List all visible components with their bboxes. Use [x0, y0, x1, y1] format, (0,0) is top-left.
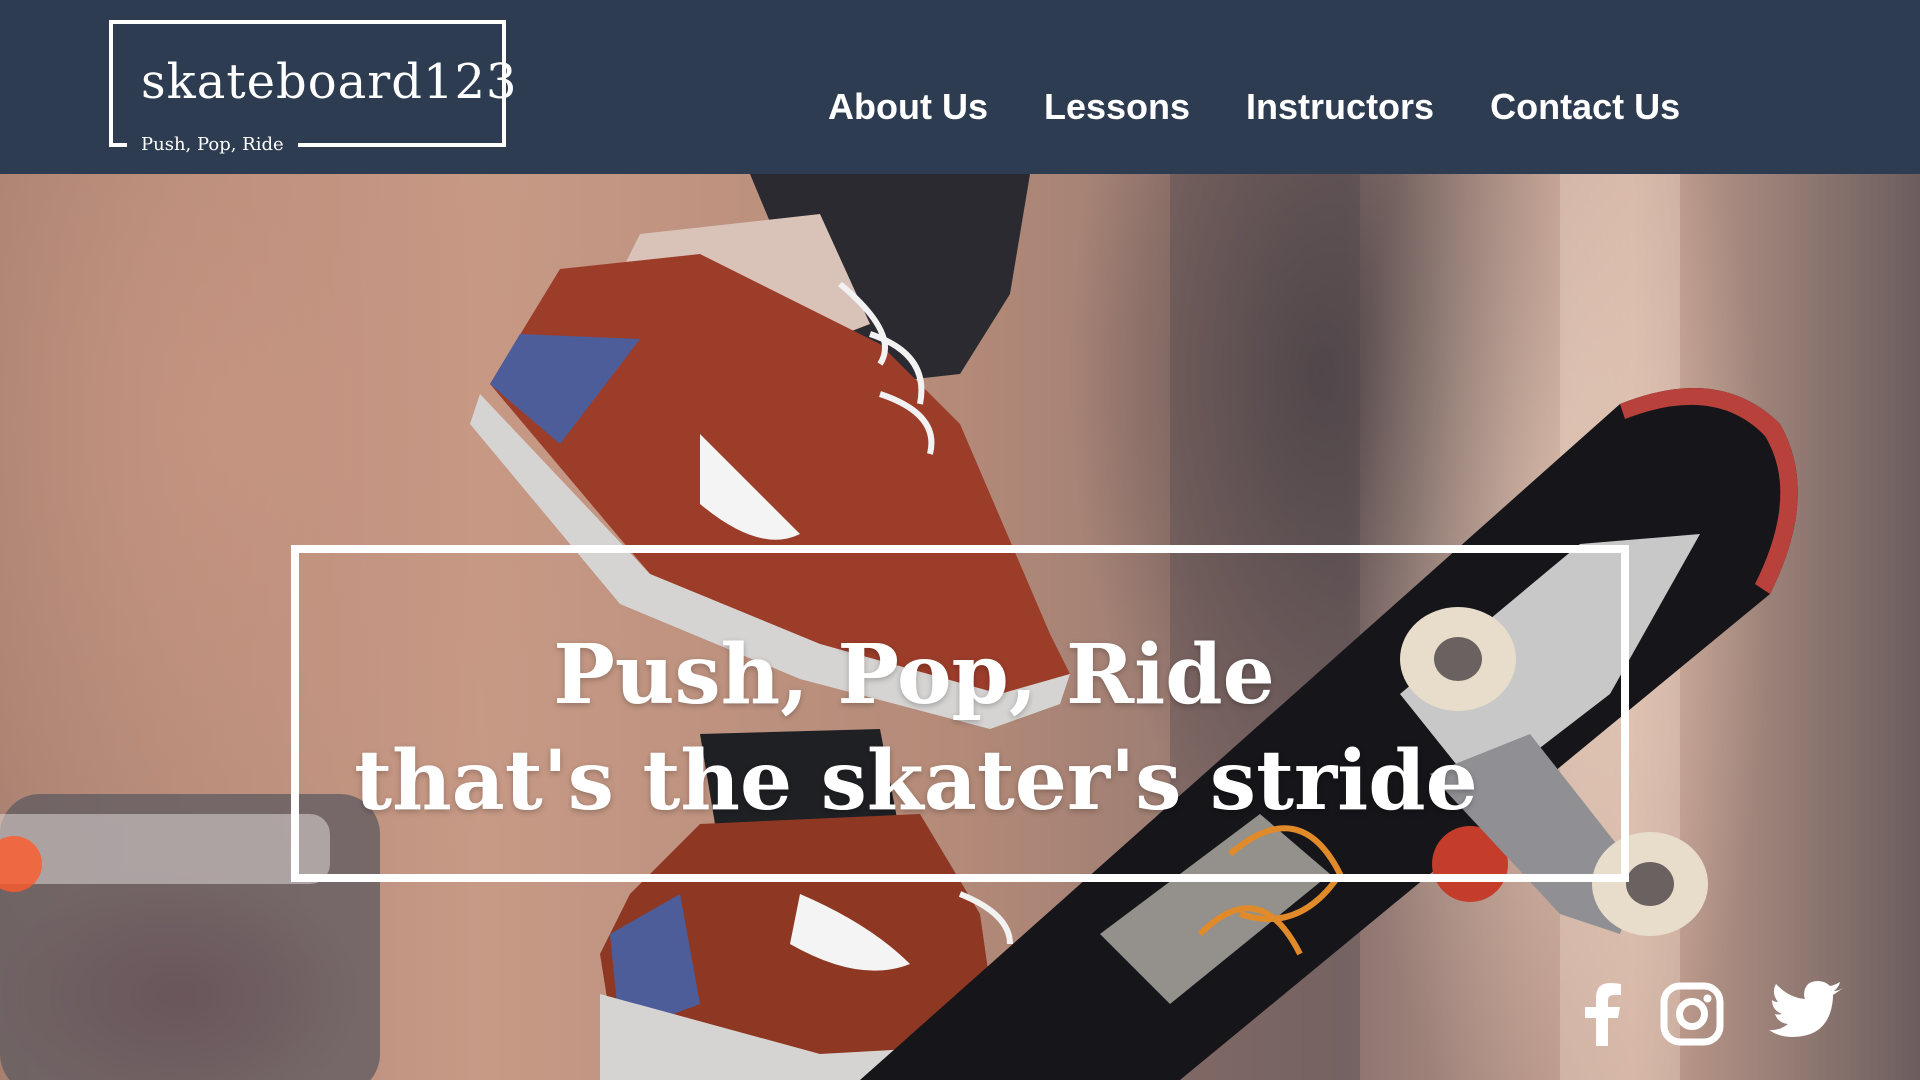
nav-about-us[interactable]: About Us — [800, 84, 1016, 130]
nav-instructors[interactable]: Instructors — [1218, 84, 1462, 130]
hero-section: Push, Pop, Ride that's the skater's stri… — [0, 174, 1920, 1080]
headline-line-1: Push, Pop, Ride — [553, 627, 1275, 723]
nav-lessons[interactable]: Lessons — [1016, 84, 1218, 130]
facebook-icon[interactable] — [1580, 982, 1624, 1046]
headline-frame: Push, Pop, Ride that's the skater's stri… — [291, 545, 1629, 882]
site-header: skateboard123 Push, Pop, Ride About Us L… — [0, 0, 1920, 174]
logo[interactable]: skateboard123 Push, Pop, Ride — [109, 20, 517, 157]
instagram-icon[interactable] — [1660, 982, 1724, 1046]
nav-contact-us[interactable]: Contact Us — [1462, 84, 1708, 130]
logo-tagline: Push, Pop, Ride — [127, 133, 298, 157]
headline-line-2: that's the skater's stride — [354, 733, 1478, 829]
logo-name: skateboard123 — [141, 54, 518, 110]
main-nav: About Us Lessons Instructors Contact Us — [800, 84, 1708, 130]
twitter-icon[interactable] — [1768, 980, 1844, 1044]
